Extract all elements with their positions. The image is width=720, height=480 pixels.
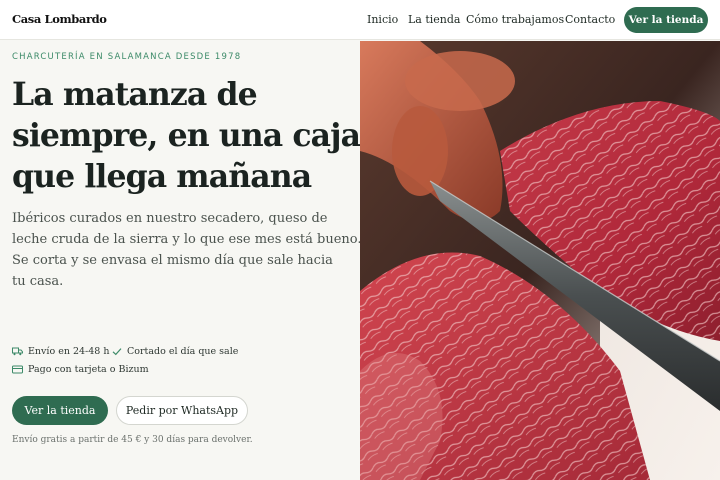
description-line: tu casa. [12, 274, 64, 289]
feature-text: Pago con tarjeta o Bizum [28, 364, 149, 375]
description-line: Se corta y se envasa el mismo día que sa… [12, 253, 333, 268]
headline-line: que llega mañana [12, 158, 312, 195]
feature-shipping: Envío en 24-48 h [12, 346, 109, 357]
ham-slicing-illustration [360, 41, 720, 480]
nav-link-como-trabajamos[interactable]: Cómo trabajamos [466, 13, 564, 26]
headline-line: La matanza de [12, 76, 258, 113]
nav-link-la-tienda[interactable]: La tienda [408, 13, 461, 26]
top-navbar: Casa Lombardo Inicio La tienda Cómo trab… [0, 0, 720, 40]
hero-ham-slicing-photo [360, 41, 720, 480]
brand-logo[interactable]: Casa Lombardo [12, 12, 107, 26]
nav-shop-button[interactable]: Ver la tienda [624, 7, 708, 33]
feature-payment: Pago con tarjeta o Bizum [12, 364, 149, 375]
description-line: Ibéricos curados en nuestro secadero, qu… [12, 211, 328, 226]
truck-icon [12, 347, 23, 356]
description-line: leche cruda de la sierra y lo que ese me… [12, 232, 362, 247]
nav-link-inicio[interactable]: Inicio [367, 13, 398, 26]
feature-cut-same-day: Cortado el día que sale [112, 346, 238, 357]
feature-text: Envío en 24-48 h [28, 346, 110, 357]
shop-button[interactable]: Ver la tienda [12, 396, 108, 425]
headline-line: siempre, en una caja [12, 117, 361, 154]
whatsapp-order-button[interactable]: Pedir por WhatsApp [116, 396, 248, 425]
shipping-returns-note: Envío gratis a partir de 45 € y 30 días … [12, 435, 253, 445]
hero-description: Ibéricos curados en nuestro secadero, qu… [12, 208, 362, 292]
check-icon [112, 348, 122, 356]
card-icon [12, 365, 23, 374]
hero-eyebrow: CHARCUTERÍA EN SALAMANCA DESDE 1978 [12, 52, 242, 62]
nav-link-contacto[interactable]: Contacto [565, 13, 615, 26]
feature-text: Cortado el día que sale [127, 346, 239, 357]
hero-headline: La matanza de siempre, en una caja que l… [12, 74, 361, 197]
